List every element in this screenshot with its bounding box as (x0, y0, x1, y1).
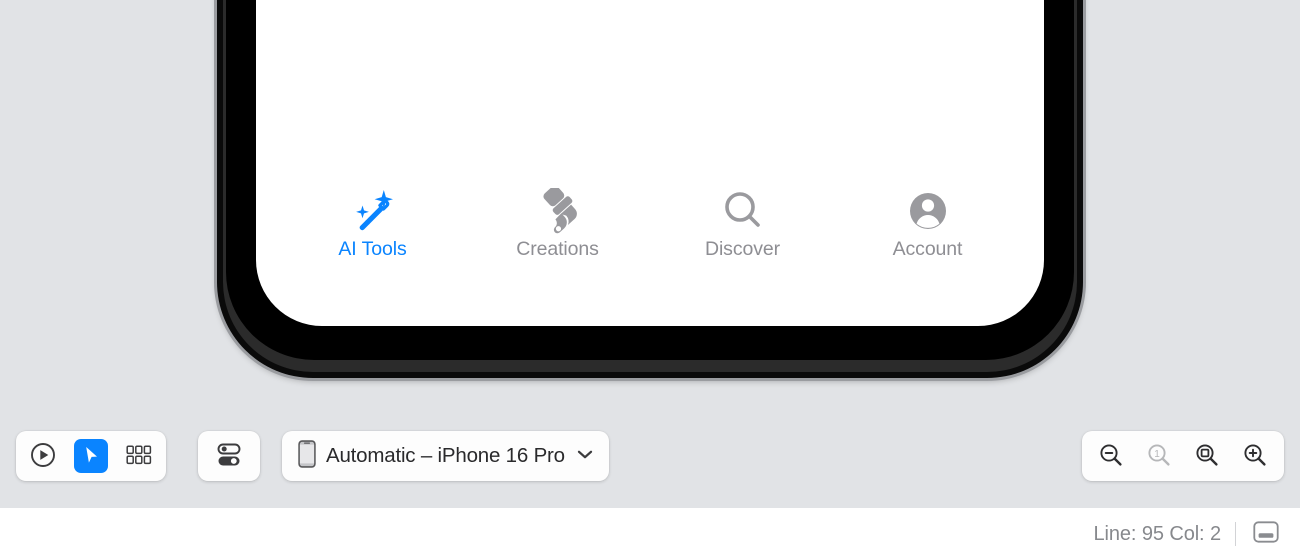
switches-icon (215, 442, 243, 471)
live-preview-button[interactable] (26, 439, 60, 473)
svg-text:1: 1 (1154, 449, 1160, 460)
device-screen[interactable]: AI Tools Creations Discover Account (256, 0, 1044, 326)
zoom-in-button[interactable] (1238, 439, 1272, 473)
app-tab-bar: AI Tools Creations Discover Account (256, 188, 1044, 280)
variants-button[interactable] (122, 439, 156, 473)
preview-mode-group (16, 431, 166, 481)
person-circle-icon (902, 188, 954, 234)
select-tool-button[interactable] (74, 439, 108, 473)
bottom-panel-icon (1253, 520, 1279, 548)
magnifier-minus-icon (1097, 441, 1125, 472)
magnifier-fit-icon (1193, 441, 1221, 472)
paintbrush-icon (532, 188, 584, 234)
play-circle-icon (30, 442, 56, 471)
bottom-panel-toggle-button[interactable] (1250, 519, 1282, 549)
device-frame: AI Tools Creations Discover Account (217, 0, 1083, 378)
tab-label: AI Tools (338, 238, 407, 260)
editor-window: AI Tools Creations Discover Account Auto… (0, 0, 1300, 560)
tab-label: Account (892, 238, 963, 260)
zoom-actual-button[interactable]: 1 (1142, 439, 1176, 473)
tab-discover[interactable]: Discover (668, 188, 818, 260)
grid-icon (126, 444, 152, 468)
device-bezel: AI Tools Creations Discover Account (226, 0, 1074, 360)
magnifier-icon (717, 188, 769, 234)
device-settings-button[interactable] (212, 439, 246, 473)
device-selector-value: Automatic – iPhone 16 Pro (326, 444, 565, 467)
device-bezel-inner: AI Tools Creations Discover Account (223, 0, 1077, 372)
cursor-arrow-icon (80, 444, 102, 469)
device-selector[interactable]: Automatic – iPhone 16 Pro (282, 431, 609, 481)
tab-creations[interactable]: Creations (483, 188, 633, 260)
status-bar: Line: 95 Col: 2 (0, 508, 1300, 560)
cursor-position-label: Line: 95 Col: 2 (1093, 522, 1222, 545)
magnifier-plus-icon (1241, 441, 1269, 472)
tab-label: Creations (516, 238, 599, 260)
magnifier-one-icon: 1 (1145, 441, 1173, 472)
status-divider (1235, 522, 1236, 546)
magic-wand-icon (347, 188, 399, 234)
iphone-icon (298, 439, 316, 473)
zoom-controls-group: 1 (1082, 431, 1284, 481)
tab-ai-tools[interactable]: AI Tools (298, 188, 448, 260)
preview-toolbar: Automatic – iPhone 16 Pro 1 (0, 428, 1300, 486)
tab-account[interactable]: Account (853, 188, 1003, 260)
zoom-to-fit-button[interactable] (1190, 439, 1224, 473)
device-settings-group (198, 431, 260, 481)
chevron-down-icon (575, 447, 595, 466)
zoom-out-button[interactable] (1094, 439, 1128, 473)
tab-label: Discover (704, 238, 781, 260)
